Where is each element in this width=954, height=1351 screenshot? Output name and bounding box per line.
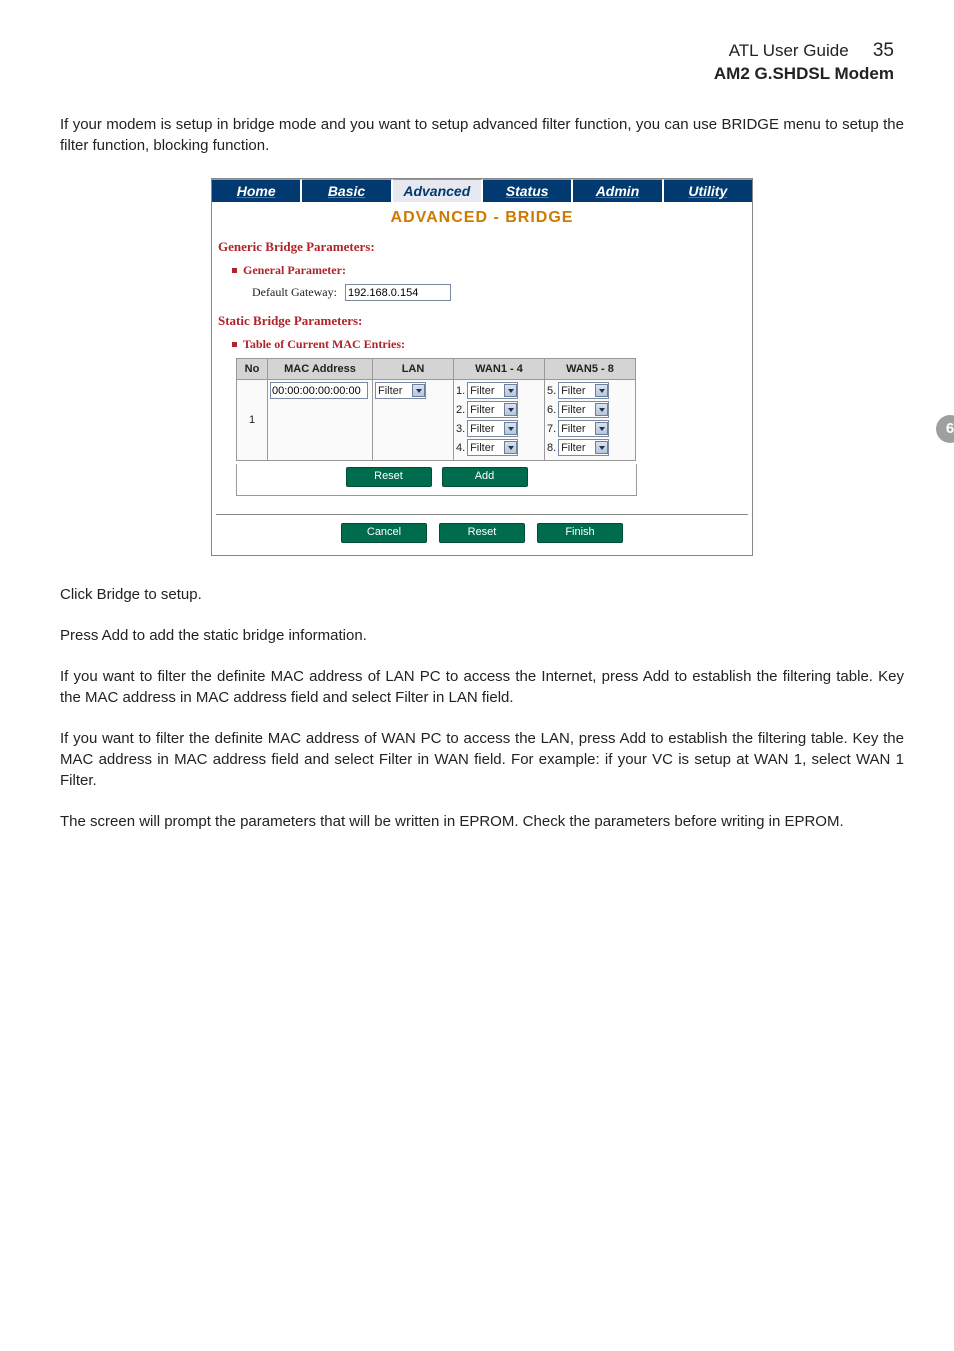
chevron-down-icon: [595, 422, 608, 435]
wan3-filter-select[interactable]: Filter: [467, 420, 518, 437]
wan-num: 1.: [456, 385, 464, 397]
default-gateway-label: Default Gateway:: [252, 285, 337, 300]
bullet-mac-entries: Table of Current MAC Entries:: [232, 337, 752, 352]
doc-subtitle: AM2 G.SHDSL Modem: [60, 64, 894, 84]
paragraph: Press Add to add the static bridge infor…: [60, 625, 904, 646]
wan-num: 8.: [547, 442, 555, 454]
doc-title: ATL User Guide: [729, 41, 849, 60]
tab-home[interactable]: Home: [212, 179, 302, 203]
page-number: 35: [873, 40, 894, 61]
divider: [216, 514, 748, 515]
select-value: Filter: [470, 442, 504, 454]
select-value: Filter: [561, 442, 595, 454]
paragraph: If you want to filter the definite MAC a…: [60, 728, 904, 791]
intro-paragraph: If your modem is setup in bridge mode an…: [60, 114, 904, 156]
select-value: Filter: [561, 385, 595, 397]
paragraph: If you want to filter the definite MAC a…: [60, 666, 904, 708]
table-row: 1 Filter 1. Filter: [237, 380, 636, 461]
top-nav: Home Basic Advanced Status Admin Utility: [212, 179, 752, 203]
chevron-down-icon: [412, 384, 425, 397]
select-value: Filter: [561, 423, 595, 435]
wan-num: 3.: [456, 423, 464, 435]
th-wan14: WAN1 - 4: [454, 359, 545, 380]
select-value: Filter: [470, 385, 504, 397]
th-lan: LAN: [373, 359, 454, 380]
wan-num: 2.: [456, 404, 464, 416]
th-mac: MAC Address: [268, 359, 373, 380]
wan-num: 6.: [547, 404, 555, 416]
select-value: Filter: [378, 385, 412, 397]
chevron-down-icon: [504, 403, 517, 416]
tab-status[interactable]: Status: [483, 179, 573, 203]
wan7-filter-select[interactable]: Filter: [558, 420, 609, 437]
tab-advanced[interactable]: Advanced: [393, 179, 483, 203]
th-no: No: [237, 359, 268, 380]
chevron-down-icon: [504, 384, 517, 397]
reset-button[interactable]: Reset: [439, 523, 525, 543]
page-title: ADVANCED - BRIDGE: [212, 203, 752, 235]
select-value: Filter: [470, 404, 504, 416]
wan8-filter-select[interactable]: Filter: [558, 439, 609, 456]
chevron-down-icon: [595, 441, 608, 454]
select-value: Filter: [561, 404, 595, 416]
mac-table: No MAC Address LAN WAN1 - 4 WAN5 - 8 1 F…: [236, 358, 636, 461]
row-number: 1: [237, 380, 268, 461]
section-static: Static Bridge Parameters:: [218, 313, 752, 329]
finish-button[interactable]: Finish: [537, 523, 623, 543]
tab-basic[interactable]: Basic: [302, 179, 392, 203]
wan5-filter-select[interactable]: Filter: [558, 382, 609, 399]
wan-num: 5.: [547, 385, 555, 397]
wan6-filter-select[interactable]: Filter: [558, 401, 609, 418]
chevron-down-icon: [595, 403, 608, 416]
doc-header: ATL User Guide 35 AM2 G.SHDSL Modem: [60, 40, 904, 84]
table-add-button[interactable]: Add: [442, 467, 528, 487]
tab-utility[interactable]: Utility: [664, 179, 752, 203]
wan-num: 7.: [547, 423, 555, 435]
tab-admin[interactable]: Admin: [573, 179, 663, 203]
cancel-button[interactable]: Cancel: [341, 523, 427, 543]
table-reset-button[interactable]: Reset: [346, 467, 432, 487]
chevron-down-icon: [595, 384, 608, 397]
paragraph: The screen will prompt the parameters th…: [60, 811, 904, 832]
wan4-filter-select[interactable]: Filter: [467, 439, 518, 456]
select-value: Filter: [470, 423, 504, 435]
section-generic: Generic Bridge Parameters:: [218, 239, 752, 255]
wan1-filter-select[interactable]: Filter: [467, 382, 518, 399]
mac-address-input[interactable]: [270, 382, 368, 399]
lan-filter-select[interactable]: Filter: [375, 382, 426, 399]
wan-num: 4.: [456, 442, 464, 454]
wan2-filter-select[interactable]: Filter: [467, 401, 518, 418]
bullet-label: Table of Current MAC Entries:: [243, 337, 405, 352]
default-gateway-input[interactable]: [345, 284, 451, 301]
chapter-tab: 6: [936, 415, 954, 443]
chevron-down-icon: [504, 422, 517, 435]
screenshot-panel: Home Basic Advanced Status Admin Utility…: [211, 178, 753, 556]
bullet-icon: [232, 342, 237, 347]
th-wan58: WAN5 - 8: [545, 359, 636, 380]
bullet-icon: [232, 268, 237, 273]
bullet-general-parameter: General Parameter:: [232, 263, 752, 278]
chevron-down-icon: [504, 441, 517, 454]
paragraph: Click Bridge to setup.: [60, 584, 904, 605]
bullet-label: General Parameter:: [243, 263, 346, 278]
